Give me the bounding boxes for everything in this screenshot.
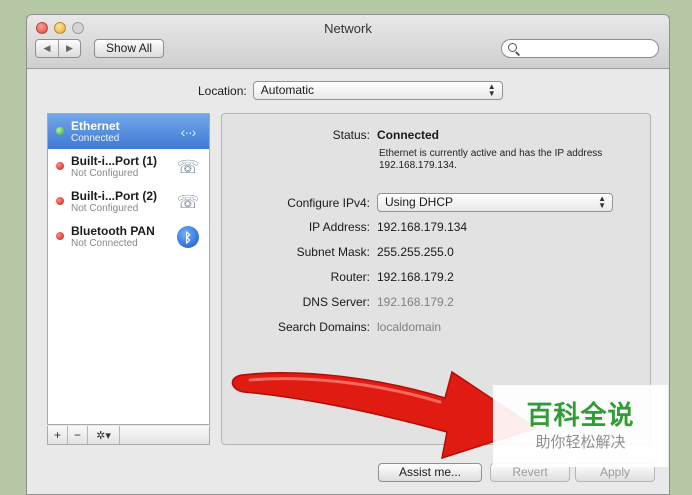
phone-icon: ☏ [176, 156, 200, 177]
popup-arrows-icon: ▲ ▼ [598, 194, 606, 210]
forward-button[interactable]: ▶ [58, 40, 80, 57]
location-label: Location: [198, 83, 247, 98]
status-label: Status: [332, 128, 370, 142]
router-row: Router: 192.168.179.2 [222, 270, 454, 284]
search-domains-label: Search Domains: [277, 320, 370, 334]
search-domains-row: Search Domains: localdomain [222, 320, 441, 334]
dns-server-value: 192.168.179.2 [377, 295, 454, 309]
subnet-mask-value: 255.255.255.0 [377, 245, 454, 259]
search-icon [508, 43, 517, 52]
popup-arrows-icon: ▲ ▼ [487, 82, 496, 98]
watermark-logo: 百科全说 助你轻松解决 [493, 385, 668, 467]
configure-ipv4-label: Configure IPv4: [287, 195, 370, 210]
subnet-mask-label: Subnet Mask: [296, 245, 370, 259]
remove-service-button[interactable]: − [68, 426, 88, 444]
subnet-mask-row: Subnet Mask: 255.255.255.0 [222, 245, 454, 259]
status-dot-green-icon [56, 127, 64, 135]
ip-address-label: IP Address: [308, 220, 370, 234]
configure-ipv4-value: Using DHCP [385, 195, 454, 209]
search-input[interactable] [501, 39, 659, 58]
location-row: Location: Automatic ▲ ▼ [198, 81, 503, 100]
router-label: Router: [330, 270, 370, 284]
window-title: Network [324, 21, 372, 36]
nav-buttons: ◀ ▶ [35, 39, 81, 58]
status-dot-red-icon [56, 197, 64, 205]
ip-address-value: 192.168.179.134 [377, 220, 468, 234]
dns-server-row: DNS Server: 192.168.179.2 [222, 295, 454, 309]
gear-menu-button[interactable]: ✲▾ [88, 426, 120, 444]
search-domains-value: localdomain [377, 320, 442, 334]
add-service-button[interactable]: + [48, 426, 68, 444]
status-dot-red-icon [56, 232, 64, 240]
service-list[interactable]: Ethernet Connected ‹··› Built-i...Port (… [47, 113, 210, 425]
location-popup[interactable]: Automatic ▲ ▼ [252, 81, 503, 100]
router-value: 192.168.179.2 [377, 270, 454, 284]
title-bar: Network ◀ ▶ Show All [27, 15, 669, 69]
status-row: Status: Connected [222, 128, 439, 142]
bluetooth-icon: ᛒ [177, 226, 199, 248]
ip-address-row: IP Address: 192.168.179.134 [222, 220, 467, 234]
watermark-title: 百科全说 [526, 400, 635, 430]
status-dot-red-icon [56, 162, 64, 170]
phone-icon: ☏ [176, 191, 200, 212]
dns-server-label: DNS Server: [302, 295, 370, 309]
status-description: Ethernet is currently active and has the… [379, 148, 603, 171]
service-item-port-1[interactable]: Built-i...Port (1) Not Configured ☏ [48, 149, 209, 184]
configure-ipv4-popup[interactable]: Using DHCP ▲ ▼ [377, 193, 613, 212]
watermark-subtitle: 助你轻松解决 [535, 434, 626, 451]
ethernet-icon: ‹··› [180, 124, 197, 140]
location-value: Automatic [260, 83, 315, 97]
assist-me-button[interactable]: Assist me... [378, 463, 482, 482]
service-item-ethernet[interactable]: Ethernet Connected ‹··› [48, 114, 209, 149]
back-button[interactable]: ◀ [36, 40, 58, 57]
configure-ipv4-row: Configure IPv4: Using DHCP ▲ ▼ [222, 193, 613, 212]
service-list-toolbar: + − ✲▾ [47, 426, 210, 445]
service-item-bluetooth-pan[interactable]: Bluetooth PAN Not Connected ᛒ [48, 219, 209, 254]
status-value: Connected [377, 128, 440, 142]
show-all-button[interactable]: Show All [94, 39, 165, 58]
service-item-port-2[interactable]: Built-i...Port (2) Not Configured ☏ [48, 184, 209, 219]
